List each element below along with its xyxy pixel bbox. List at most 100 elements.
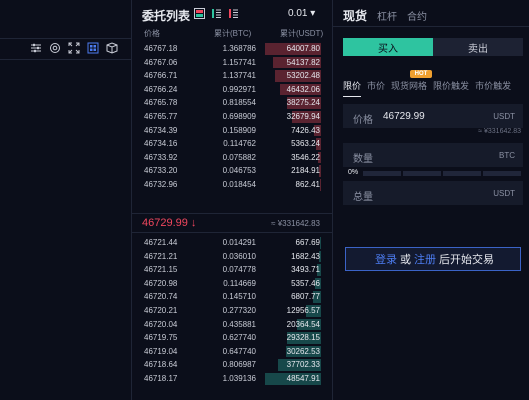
row-total: 54137.82 (286, 57, 320, 67)
row-price: 46719.04 (144, 346, 178, 356)
row-total: 12956.57 (286, 305, 320, 315)
amount-slider[interactable]: 0% (343, 168, 523, 178)
row-total: 37702.33 (286, 360, 320, 370)
row-amount: 0.074778 (222, 265, 256, 275)
row-price: 46732.96 (144, 179, 178, 189)
order-book-row[interactable]: 46767.06 1.157741 54137.82 (132, 56, 332, 70)
fullscreen-icon[interactable] (68, 42, 80, 54)
row-total: 6807.77 (291, 292, 320, 302)
order-book-row[interactable]: 46766.24 0.992971 46432.06 (132, 83, 332, 97)
quantity-field[interactable]: 数量 BTC (343, 143, 523, 167)
quantity-label: 数量 (353, 154, 373, 165)
price-unit: USDT (493, 112, 515, 121)
order-book-row[interactable]: 46733.92 0.075882 3546.22 (132, 151, 332, 165)
login-suffix: 后开始交易 (439, 254, 494, 266)
row-total: 53202.48 (286, 71, 320, 81)
row-total: 20364.54 (286, 319, 320, 329)
view-toggles (194, 8, 239, 19)
order-type-market-trigger[interactable]: 市价触发 (475, 79, 511, 92)
row-price: 46718.64 (144, 360, 178, 370)
order-type-tabs: 限价 市价 现货网格 限价触发 市价触发 (343, 79, 529, 97)
row-price: 46767.18 (144, 44, 178, 53)
order-type-spot-grid[interactable]: 现货网格 (391, 79, 427, 92)
precision-value: 0.01 (288, 8, 308, 19)
precision-select[interactable]: 0.01 ▾ (288, 8, 315, 19)
total-label: 总量 (353, 192, 373, 203)
last-price-bar: 46729.99 ↓ ≈ ¥331642.83 (132, 213, 332, 233)
price-field[interactable]: 价格 46729.99 USDT (343, 104, 523, 128)
slider-segment[interactable] (403, 171, 441, 176)
order-book-row[interactable]: 46719.75 0.627740 29328.15 (132, 331, 332, 345)
slider-percent: 0% (348, 169, 359, 176)
login-prompt: 登录 或 注册 后开始交易 (345, 247, 521, 271)
last-price-fiat: ≈ ¥331642.83 (271, 219, 320, 228)
divider (333, 26, 529, 27)
order-book-row[interactable]: 46721.21 0.036010 1682.43 (132, 250, 332, 264)
tab-margin[interactable]: 杠杆 (377, 8, 397, 23)
row-amount: 0.075882 (222, 152, 256, 162)
row-amount: 1.137741 (222, 71, 256, 81)
order-type-limit-trigger[interactable]: 限价触发 (433, 79, 469, 92)
row-price: 46721.21 (144, 251, 178, 261)
cube-icon[interactable] (106, 42, 118, 54)
last-price: 46729.99 ↓ (142, 217, 197, 229)
ask-rows: 46767.18 1.368786 64007.80 46767.06 1.157741… (132, 42, 332, 192)
row-total: 64007.80 (286, 44, 320, 53)
order-book-row[interactable]: 46720.98 0.114669 5357.46 (132, 277, 332, 291)
row-amount: 0.647740 (222, 346, 256, 356)
order-book-row[interactable]: 46719.04 0.647740 30262.53 (132, 345, 332, 359)
row-price: 46733.92 (144, 152, 178, 162)
order-book-row[interactable]: 46718.64 0.806987 37702.33 (132, 358, 332, 372)
side-switch: 买入 卖出 (343, 38, 523, 56)
order-book-row[interactable]: 46718.17 1.039136 48547.91 (132, 372, 332, 386)
bids-only-view-icon[interactable] (211, 8, 222, 19)
row-total: 3546.22 (291, 152, 320, 162)
register-link[interactable]: 注册 (414, 251, 436, 267)
eye-icon[interactable] (49, 42, 61, 54)
depth-bar (320, 178, 321, 191)
login-link[interactable]: 登录 (375, 251, 397, 267)
sell-button[interactable]: 卖出 (433, 38, 523, 56)
chevron-down-icon: ▾ (310, 8, 316, 19)
order-book-columns: 价格 累计(BTC) 累计(USDT) (132, 28, 332, 40)
total-field[interactable]: 总量 USDT (343, 181, 523, 205)
tab-futures[interactable]: 合约 (407, 8, 427, 23)
row-amount: 0.114669 (223, 278, 256, 288)
row-price: 46733.20 (144, 166, 178, 176)
settings-sliders-icon[interactable] (30, 42, 42, 54)
buy-button[interactable]: 买入 (343, 38, 433, 56)
row-total: 3493.71 (291, 265, 320, 275)
slider-segment[interactable] (443, 171, 481, 176)
grid-layout-icon[interactable] (87, 42, 99, 54)
row-amount: 0.046753 (222, 166, 256, 176)
order-type-market[interactable]: 市价 (367, 79, 385, 92)
price-fiat-approx: ≈ ¥331642.83 (478, 128, 521, 135)
tab-spot[interactable]: 现货 (343, 7, 367, 24)
row-amount: 0.158909 (222, 125, 256, 135)
row-amount: 0.435881 (222, 319, 256, 329)
order-book-title: 委托列表 (142, 9, 191, 23)
order-book-row[interactable]: 46766.71 1.137741 53202.48 (132, 69, 332, 83)
order-book-row[interactable]: 46732.96 0.018454 862.41 (132, 178, 332, 192)
order-book-row[interactable]: 46765.77 0.698909 32679.94 (132, 110, 332, 124)
order-book-row[interactable]: 46733.20 0.046753 2184.91 (132, 164, 332, 178)
order-book-row[interactable]: 46720.21 0.277320 12956.57 (132, 304, 332, 318)
price-label: 价格 (353, 115, 373, 126)
order-type-limit[interactable]: 限价 (343, 79, 362, 97)
order-book-row[interactable]: 46720.04 0.435881 20364.54 (132, 318, 332, 332)
slider-segment[interactable] (483, 171, 521, 176)
row-amount: 0.992971 (222, 84, 256, 94)
row-price: 46720.74 (144, 292, 178, 302)
slider-segment[interactable] (363, 171, 401, 176)
asks-only-view-icon[interactable] (228, 8, 239, 19)
order-book-row[interactable]: 46721.15 0.074778 3493.71 (132, 263, 332, 277)
row-price: 46721.15 (144, 265, 178, 275)
order-book-row[interactable]: 46720.74 0.145710 6807.77 (132, 290, 332, 304)
row-price: 46718.17 (144, 373, 178, 383)
order-book-row[interactable]: 46767.18 1.368786 64007.80 (132, 42, 332, 56)
order-book-row[interactable]: 46734.16 0.114762 5363.24 (132, 137, 332, 151)
order-book-row[interactable]: 46734.39 0.158909 7426.43 (132, 124, 332, 138)
order-book-row[interactable]: 46721.44 0.014291 667.69 (132, 236, 332, 250)
both-sides-view-icon[interactable] (194, 8, 205, 19)
order-book-row[interactable]: 46765.78 0.818554 38275.24 (132, 96, 332, 110)
